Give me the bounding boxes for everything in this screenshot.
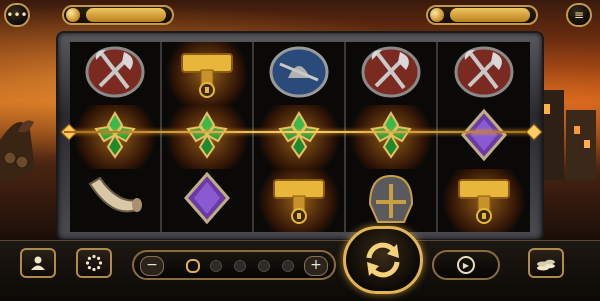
bet-level-dot[interactable] (210, 260, 222, 272)
top-bar: ••• ≡ (0, 0, 600, 30)
green-clover-gem-symbol (82, 107, 148, 167)
reel-cell (346, 105, 438, 169)
reel-cell (254, 42, 346, 106)
reel-cell (70, 105, 162, 169)
green-clover-gem-symbol (358, 107, 424, 167)
thor-hammer-symbol (451, 170, 517, 230)
hamburger-icon: ≡ (573, 8, 585, 22)
coin-stack-icon (537, 259, 555, 271)
thor-hammer-symbol (174, 44, 240, 104)
bet-level-dot[interactable] (258, 260, 270, 272)
user-icon (31, 256, 45, 270)
reel-cell (254, 105, 346, 169)
win-payline (64, 131, 536, 133)
reel-cell (162, 168, 254, 232)
increase-bet-button[interactable]: + (304, 256, 328, 276)
bet-level-dot[interactable] (282, 260, 294, 272)
green-clover-gem-symbol (174, 107, 240, 167)
settings-button[interactable] (76, 248, 112, 278)
green-clover-gem-symbol (266, 107, 332, 167)
bet-display (426, 5, 538, 25)
drinking-horn-symbol (82, 170, 148, 230)
balance-value (86, 8, 166, 22)
balance-display (62, 5, 174, 25)
reel-cell (438, 42, 530, 105)
settings-menu-button[interactable]: ≡ (566, 3, 592, 27)
axe-shield-symbol (358, 44, 424, 104)
spin-button[interactable] (343, 226, 423, 294)
reel-cell (162, 42, 254, 106)
bet-selector: − + (132, 250, 336, 280)
ellipsis-icon: ••• (6, 8, 28, 22)
purple-gem-symbol (174, 170, 240, 230)
reel-cell (70, 42, 162, 106)
reel-cell (346, 168, 438, 232)
reel-cell (438, 168, 530, 232)
menu-button[interactable]: ••• (4, 3, 30, 27)
profile-button[interactable] (20, 248, 56, 278)
autoplay-button[interactable]: ▶ (432, 250, 500, 280)
bet-value (450, 8, 530, 22)
reel-grid (70, 42, 530, 232)
thor-hammer-symbol (266, 170, 332, 230)
dots-circle-icon (85, 254, 103, 272)
warrior-shield-symbol (266, 44, 332, 104)
axe-shield-symbol (451, 44, 517, 104)
bet-level-dot[interactable] (234, 260, 246, 272)
reel-cell (346, 42, 438, 106)
reel-cell (70, 168, 162, 232)
reel-cell (438, 105, 530, 168)
viking-helmet-symbol (358, 170, 424, 230)
bet-level-dot[interactable] (186, 259, 200, 273)
refresh-icon (366, 242, 400, 278)
decrease-bet-button[interactable]: − (140, 256, 164, 276)
axe-shield-symbol (82, 44, 148, 104)
crown-coin-icon (430, 8, 444, 22)
reel-cell (162, 105, 254, 169)
reel-cell (254, 168, 346, 232)
purple-gem-symbol (451, 107, 517, 167)
coins-button[interactable] (528, 248, 564, 278)
coin-icon (66, 8, 80, 22)
play-icon: ▶ (457, 256, 475, 274)
